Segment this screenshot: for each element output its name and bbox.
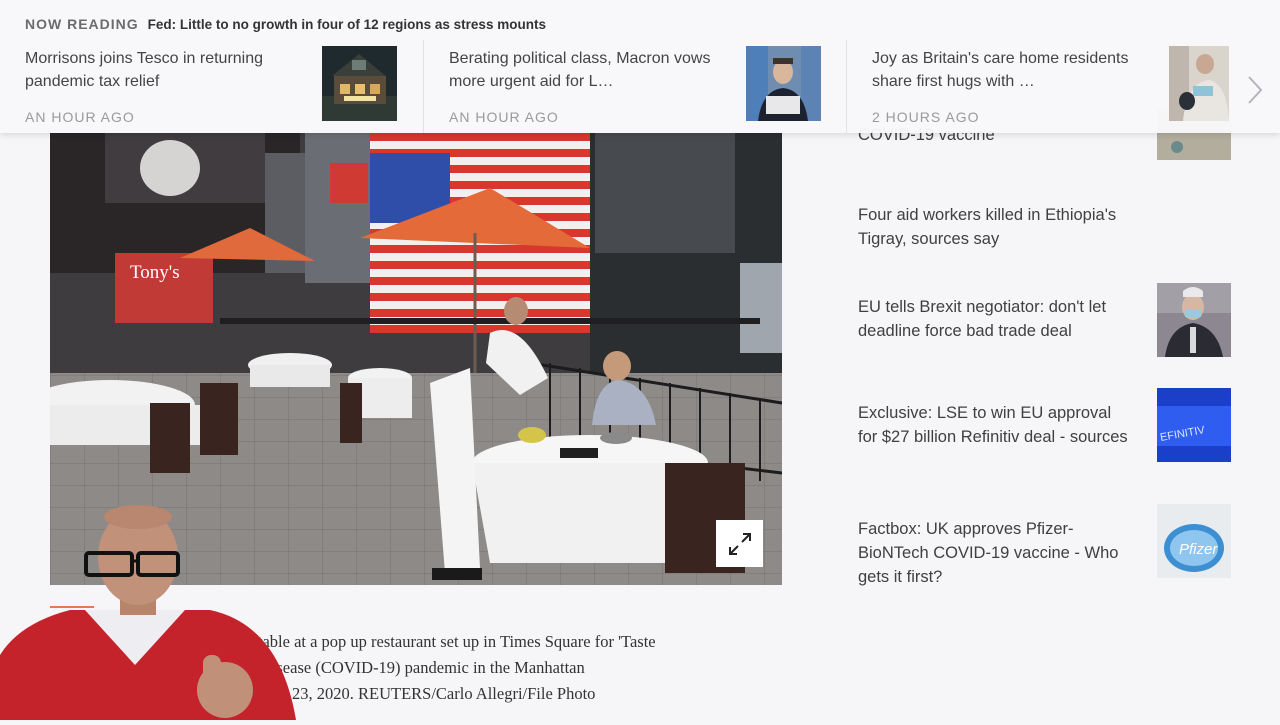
ribbon-card-thumbnail[interactable] xyxy=(1169,46,1244,121)
rail-story-thumbnail[interactable]: EFINITIV xyxy=(1157,388,1231,462)
ribbon-card[interactable]: Joy as Britain's care home residents sha… xyxy=(846,40,1270,133)
now-reading-label: NOW READING xyxy=(25,16,139,32)
now-reading-bar[interactable]: NOW READING Fed: Little to no growth in … xyxy=(25,14,546,34)
expand-icon[interactable] xyxy=(716,520,763,567)
ribbon-card-headline[interactable]: Joy as Britain's care home residents sha… xyxy=(872,47,1142,93)
ribbon-card-time: 2 HOURS AGO xyxy=(872,109,980,125)
ribbon-card[interactable]: Berating political class, Macron vows mo… xyxy=(423,40,847,133)
chevron-right-icon[interactable] xyxy=(1243,72,1267,108)
ribbon-cards: Morrisons joins Tesco in returning pande… xyxy=(0,40,1280,133)
rail-story-thumbnail[interactable] xyxy=(1157,283,1231,357)
ribbon-card-thumbnail[interactable] xyxy=(322,46,397,121)
rail-story-headline[interactable]: Exclusive: LSE to win EU approval for $2… xyxy=(858,401,1133,449)
rail-story-headline[interactable]: Factbox: UK approves Pfizer-BioNTech COV… xyxy=(858,517,1133,589)
presenter-video-overlay xyxy=(0,505,300,720)
ribbon-card-time: AN HOUR AGO xyxy=(25,109,135,125)
rail-story-headline[interactable]: Four aid workers killed in Ethiopia's Ti… xyxy=(858,203,1133,251)
ribbon-card-headline[interactable]: Morrisons joins Tesco in returning pande… xyxy=(25,47,295,93)
svg-text:Pfizer: Pfizer xyxy=(1179,541,1218,558)
ribbon-card-headline[interactable]: Berating political class, Macron vows mo… xyxy=(449,47,719,93)
rail-story-thumbnail[interactable]: Pfizer xyxy=(1157,504,1231,578)
svg-text:Tony's: Tony's xyxy=(130,262,180,283)
rail-story-headline[interactable]: EU tells Brexit negotiator: don't let de… xyxy=(858,295,1133,343)
now-reading-ribbon: NOW READING Fed: Little to no growth in … xyxy=(0,0,1280,133)
ribbon-card-time: AN HOUR AGO xyxy=(449,109,559,125)
ribbon-card-thumbnail[interactable] xyxy=(746,46,821,121)
now-reading-title[interactable]: Fed: Little to no growth in four of 12 r… xyxy=(148,17,546,32)
ribbon-card[interactable]: Morrisons joins Tesco in returning pande… xyxy=(0,40,423,133)
